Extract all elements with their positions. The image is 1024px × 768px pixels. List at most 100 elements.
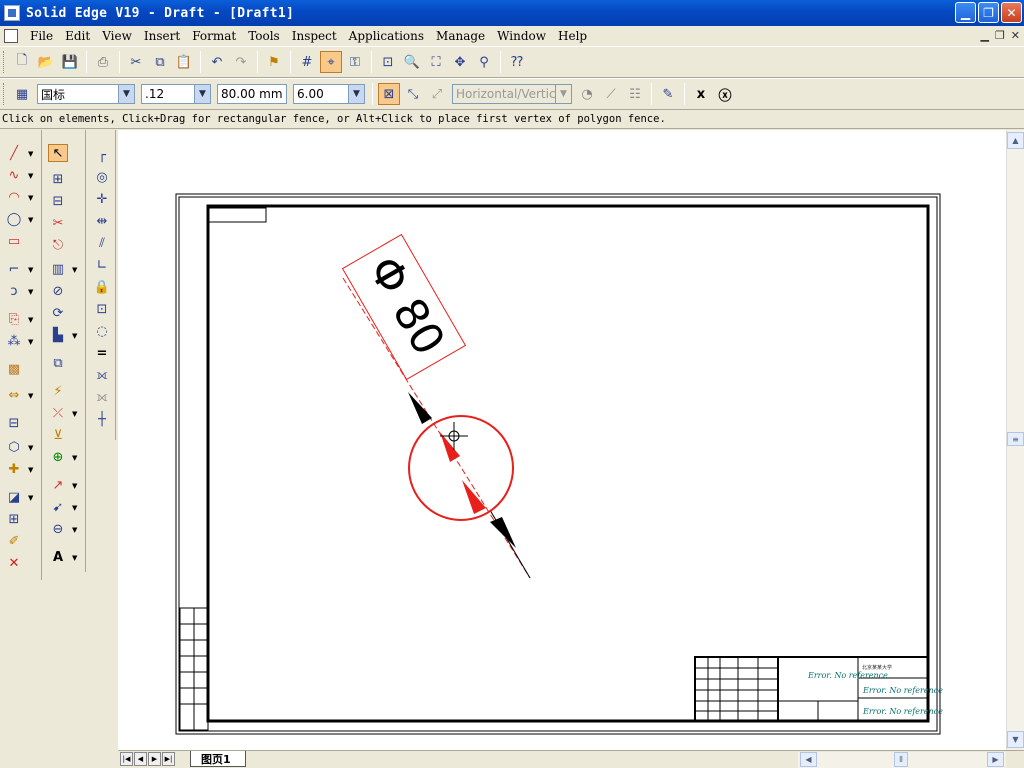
line-tool[interactable]: ╱ <box>4 144 24 162</box>
previous-sheet-button[interactable]: ◀ <box>134 752 147 766</box>
menu-applications[interactable]: Applications <box>343 29 430 43</box>
menu-help[interactable]: Help <box>552 29 593 43</box>
fillet-tool[interactable]: ⌐ <box>4 260 24 278</box>
mdi-close-icon[interactable]: ✕ <box>1011 29 1020 42</box>
dimension-properties-button[interactable]: ▦ <box>11 83 33 105</box>
next-sheet-button[interactable]: ▶ <box>148 752 161 766</box>
fit-button[interactable]: ⛶ <box>425 51 447 73</box>
leader-tool[interactable]: ↗ <box>48 476 68 494</box>
scroll-left-button[interactable]: ◀ <box>800 752 817 767</box>
pan-button[interactable]: ✥ <box>449 51 471 73</box>
menu-window[interactable]: Window <box>491 29 552 43</box>
scale-tool[interactable]: ⟳ <box>48 304 68 322</box>
scroll-right-button[interactable]: ▶ <box>987 752 1004 767</box>
menu-insert[interactable]: Insert <box>138 29 186 43</box>
mdi-restore-icon[interactable]: ❐ <box>995 29 1005 42</box>
circle-tool[interactable]: ◯ <box>4 210 24 228</box>
equal-relationship[interactable]: = <box>92 344 112 362</box>
rotate-tool[interactable]: ⊘ <box>48 282 68 300</box>
parallel-relationship[interactable]: ⫽ <box>92 234 112 252</box>
angle-button[interactable]: ◔ <box>576 83 598 105</box>
chevron-down-icon[interactable]: ▼ <box>348 85 364 103</box>
symmetric-relationship[interactable]: ⟗ <box>92 366 112 384</box>
mirror-tool[interactable]: ▙ <box>48 326 68 344</box>
menu-view[interactable]: View <box>96 29 138 43</box>
perpendicular-relationship[interactable]: ∟ <box>92 256 112 274</box>
chevron-down-icon[interactable]: ▼ <box>194 85 210 103</box>
last-sheet-button[interactable]: ▶| <box>162 752 175 766</box>
tangent-relationship[interactable]: ◌ <box>92 322 112 340</box>
orientation-combo[interactable]: Horizontal/Vertical ▼ <box>452 84 572 104</box>
select-tool[interactable]: ↖ <box>48 144 68 162</box>
suffix-x-button[interactable]: ⓧ <box>714 83 736 105</box>
prefix-x-button[interactable]: x <box>690 83 712 105</box>
diameter-mode-button[interactable]: ⤡ <box>402 83 424 105</box>
text-size-combo[interactable]: 6.00 ▼ <box>293 84 365 104</box>
connect-relationship[interactable]: ┌ <box>92 146 112 164</box>
radial-mode-button[interactable]: ⤢ <box>426 83 448 105</box>
save-button[interactable]: 💾 <box>59 51 81 73</box>
solid-edge-app-icon[interactable] <box>4 5 20 21</box>
balloon-tool[interactable]: ◪ <box>4 488 24 506</box>
menu-manage[interactable]: Manage <box>430 29 491 43</box>
document-icon[interactable] <box>4 29 18 43</box>
close-button[interactable]: ✕ <box>1001 2 1022 23</box>
zoom-button[interactable]: 🔍 <box>401 51 423 73</box>
menu-edit[interactable]: Edit <box>59 29 96 43</box>
coordinate-tool[interactable]: ⊕ <box>48 448 68 466</box>
distance-between-tool[interactable]: ⤫ <box>48 404 68 422</box>
symmetry-axis-relationship[interactable]: ⟗ <box>92 388 112 406</box>
scroll-down-button[interactable]: ▼ <box>1007 731 1024 748</box>
concentric-relationship[interactable]: ◎ <box>92 168 112 186</box>
scroll-thumb[interactable]: ≡ <box>1007 432 1024 446</box>
stack-button[interactable]: ☷ <box>624 83 646 105</box>
rigid-set-relationship[interactable]: ⊡ <box>92 300 112 318</box>
curve-tool[interactable]: ∿ <box>4 166 24 184</box>
move-tool[interactable]: ⎘ <box>4 310 24 328</box>
grid-button[interactable]: # <box>296 51 318 73</box>
feature-control-tool[interactable]: ⊖ <box>48 520 68 538</box>
vertical-scrollbar[interactable]: ▲ ≡ ▼ <box>1006 130 1024 750</box>
collinear-relationship[interactable]: ⇹ <box>92 212 112 230</box>
horizontal-vertical-relationship[interactable]: ┼ <box>92 410 112 428</box>
hscroll-thumb[interactable]: ⦀ <box>894 752 908 767</box>
menu-format[interactable]: Format <box>186 29 242 43</box>
minimize-button[interactable]: ▁ <box>955 2 976 23</box>
diameter-input[interactable]: 80.00 mm <box>217 84 287 104</box>
rectangle-tool[interactable]: ▭ <box>4 232 24 250</box>
table-tool[interactable]: ⊞ <box>48 170 68 188</box>
center-mark-tool[interactable]: ✚ <box>4 460 24 478</box>
menu-tools[interactable]: Tools <box>242 29 286 43</box>
fill-tool[interactable]: ▩ <box>4 360 24 378</box>
part-view-tool[interactable]: ⬡ <box>4 438 24 456</box>
print-button[interactable]: ⎙ <box>92 51 114 73</box>
menu-file[interactable]: File <box>24 29 59 43</box>
mdi-minimize-icon[interactable]: ▁ <box>980 29 988 42</box>
break-line-button[interactable]: ⟋ <box>600 83 622 105</box>
style-combo[interactable]: 国标 ▼ <box>37 84 135 104</box>
drawing-canvas[interactable]: Φ 80 北京某某大学 Error. No reference Error. N… <box>118 130 1006 750</box>
horizontal-scrollbar[interactable]: ◀ ⦀ ▶ <box>798 752 1006 768</box>
restore-button[interactable]: ❐ <box>978 2 999 23</box>
copy-button[interactable]: ⧉ <box>149 51 171 73</box>
flag-button[interactable]: ⚑ <box>263 51 285 73</box>
new-file-button[interactable]: 🗋 <box>11 51 33 73</box>
redo-button[interactable]: ↷ <box>230 51 252 73</box>
menu-inspect[interactable]: Inspect <box>286 29 343 43</box>
zoom-area-button[interactable]: ⊡ <box>377 51 399 73</box>
arc-tool[interactable]: ◠ <box>4 188 24 206</box>
angle-dimension-tool[interactable]: ⊻ <box>48 426 68 444</box>
whats-this-help-button[interactable]: ⁇ <box>506 51 528 73</box>
zoom-inspect-button[interactable]: ⚲ <box>473 51 495 73</box>
relationship-handles-button[interactable]: ⚿ <box>344 51 366 73</box>
trim-tool[interactable]: ✂ <box>48 214 68 232</box>
cut-button[interactable]: ✂ <box>125 51 147 73</box>
by-2-points-button[interactable]: ⊠ <box>378 83 400 105</box>
chevron-down-icon[interactable]: ▼ <box>555 85 571 103</box>
split-tool[interactable]: ▥ <box>48 260 68 278</box>
scroll-up-button[interactable]: ▲ <box>1007 132 1024 149</box>
intellisketch-button[interactable]: ⌖ <box>320 51 342 73</box>
delete-tool[interactable]: ✕ <box>4 554 24 572</box>
sheet-tab-1[interactable]: 图页1 <box>190 751 246 767</box>
open-file-button[interactable]: 📂 <box>35 51 57 73</box>
